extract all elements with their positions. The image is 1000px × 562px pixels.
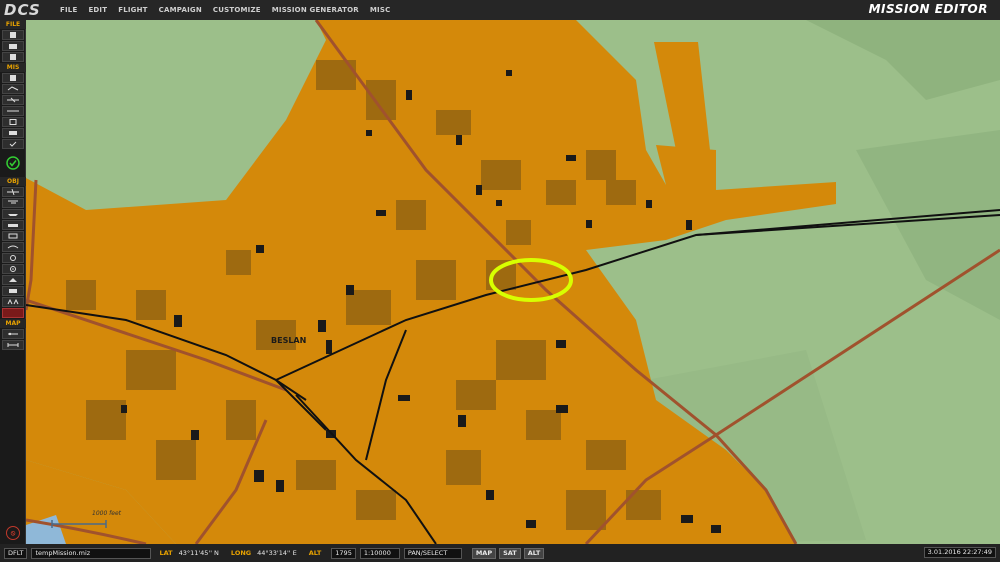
map-canvas (26, 20, 1000, 544)
measure-icon (7, 343, 19, 347)
terrain-hill (806, 20, 1000, 100)
menu-flight[interactable]: FLIGHT (118, 6, 147, 14)
add-waypoint-button[interactable] (2, 275, 24, 285)
delete-object-button[interactable] (2, 308, 24, 318)
target-icon (10, 255, 16, 261)
template-icon (7, 245, 19, 249)
toolbar-section-map: MAP (0, 319, 26, 328)
green-check-icon (6, 156, 20, 170)
plane-icon (7, 189, 19, 195)
alt-view-button[interactable]: ALT (523, 547, 545, 559)
alt-label: ALT (308, 549, 322, 557)
exit-icon[interactable]: ⦸ (6, 526, 20, 540)
logo-text: DCS (4, 1, 41, 19)
scale-label: 1000 feet (92, 510, 122, 517)
helicopter-icon (8, 200, 18, 204)
add-template-button[interactable] (2, 242, 24, 252)
status-bar: DFLT tempMission.miz LAT 43°11'45'' N LO… (0, 544, 1000, 562)
map-scale-field[interactable]: 1:10000 (359, 547, 400, 559)
ship-icon (8, 214, 18, 216)
mission-goals-button[interactable] (2, 106, 24, 116)
toolbar-section-obj: OBJ (0, 177, 26, 186)
save-icon (10, 54, 16, 60)
add-helicopter-button[interactable] (2, 198, 24, 208)
add-nav-point-button[interactable] (2, 286, 24, 296)
new-file-button[interactable] (2, 30, 24, 40)
industrial-area (654, 42, 710, 150)
weather-icon (7, 86, 19, 91)
briefing-icon (10, 75, 16, 81)
add-target-button[interactable] (2, 253, 24, 263)
open-file-button[interactable] (2, 41, 24, 51)
add-static-button[interactable] (2, 231, 24, 241)
menu-mission-generator[interactable]: MISSION GENERATOR (272, 6, 359, 14)
dcs-logo: DCS (0, 0, 60, 20)
datetime-display: 3.01.2016 22:27:49 (923, 547, 996, 558)
layer-icon (9, 131, 17, 135)
menu-file[interactable]: FILE (60, 6, 77, 14)
menu-edit[interactable]: EDIT (88, 6, 107, 14)
sat-view-button[interactable]: SAT (499, 547, 521, 559)
mode-field[interactable]: DFLT (4, 547, 28, 559)
waypoint-icon (9, 278, 17, 282)
long-label: LONG (230, 549, 252, 557)
toolbar-section-mis: MIS (0, 63, 26, 72)
menu-bar: DCS FILE EDIT FLIGHT CAMPAIGN CUSTOMIZE … (0, 0, 1000, 20)
mission-ok-button[interactable] (3, 153, 23, 173)
add-vehicle-button[interactable] (2, 220, 24, 230)
map-ruler-button[interactable] (2, 329, 24, 339)
add-airfield-button[interactable] (2, 264, 24, 274)
long-value: 44°33'14'' E (257, 549, 297, 557)
road-east (715, 248, 1000, 437)
zone-icon (9, 119, 17, 125)
map-view-button[interactable]: MAP (471, 547, 497, 559)
static-object-icon (8, 233, 18, 239)
mission-zone-button[interactable] (2, 117, 24, 127)
mission-weather-button[interactable] (2, 84, 24, 94)
add-ship-button[interactable] (2, 209, 24, 219)
alt-value: 1795 (331, 547, 356, 559)
mission-briefing-button[interactable] (2, 73, 24, 83)
folder-icon (9, 44, 17, 49)
filename-field: tempMission.miz (31, 547, 152, 559)
terrain-hill (856, 130, 1000, 320)
ruler-icon (8, 332, 18, 336)
formation-icon (7, 299, 19, 305)
nav-point-icon (9, 289, 17, 293)
vehicle-icon (8, 224, 18, 227)
lat-label: LAT (159, 549, 173, 557)
lat-value: 43°11'45'' N (178, 549, 219, 557)
add-formation-button[interactable] (2, 297, 24, 307)
map-measure-button[interactable] (2, 340, 24, 350)
menu-misc[interactable]: MISC (370, 6, 391, 14)
airfield-icon (10, 266, 16, 272)
add-plane-button[interactable] (2, 187, 24, 197)
toolbar-section-file: FILE (0, 20, 26, 29)
new-file-icon (10, 32, 16, 38)
left-toolbar: FILE MIS OBJ MAP ⦸ (0, 20, 26, 544)
trigger-icon (7, 97, 19, 103)
editor-title: MISSION EDITOR (868, 2, 988, 16)
mission-editor-window: DCS FILE EDIT FLIGHT CAMPAIGN CUSTOMIZE … (0, 0, 1000, 562)
goals-icon (7, 110, 19, 112)
town-label: BESLAN (271, 336, 307, 345)
tool-mode-field[interactable]: PAN/SELECT (403, 547, 462, 559)
checkmark-small-icon (9, 141, 17, 147)
menu-campaign[interactable]: CAMPAIGN (159, 6, 202, 14)
map-view[interactable]: BESLAN 1000 feet (26, 20, 1000, 544)
mission-triggers-button[interactable] (2, 95, 24, 105)
save-file-button[interactable] (2, 52, 24, 62)
menu-customize[interactable]: CUSTOMIZE (213, 6, 261, 14)
mission-layer-button[interactable] (2, 128, 24, 138)
mission-check-button[interactable] (2, 139, 24, 149)
